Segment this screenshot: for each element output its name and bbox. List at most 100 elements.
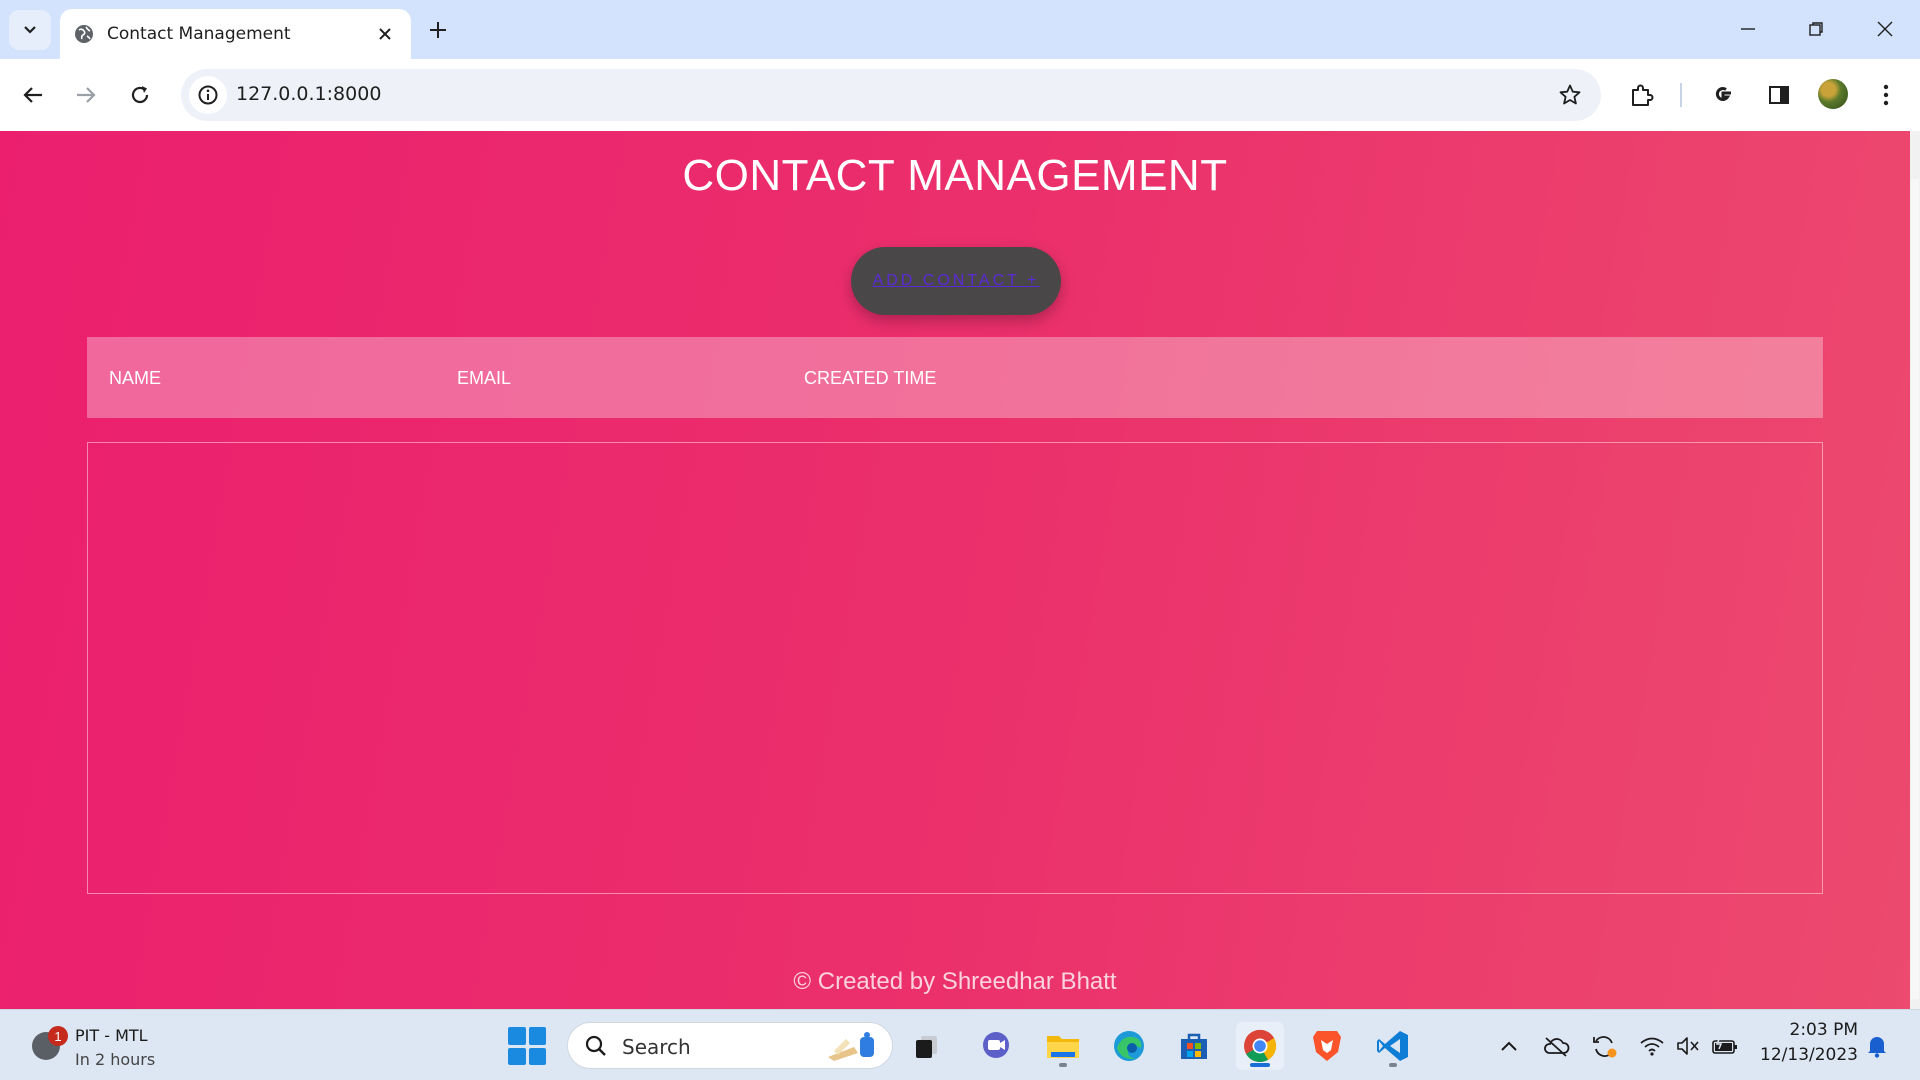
- taskbar-search[interactable]: Search: [567, 1022, 893, 1069]
- chevron-up-icon: [1501, 1041, 1517, 1051]
- browser-tab-bar: Contact Management: [0, 0, 1920, 59]
- new-tab-button[interactable]: [424, 16, 452, 44]
- battery-charging-icon: [1712, 1036, 1737, 1054]
- tab-search-button[interactable]: [9, 10, 51, 50]
- active-indicator: [1250, 1063, 1270, 1067]
- widget-title: PIT - MTL: [75, 1026, 148, 1045]
- teams-icon: [983, 1032, 1009, 1058]
- info-icon: [198, 85, 218, 105]
- tab-close-button[interactable]: [373, 22, 397, 46]
- tab-title: Contact Management: [107, 24, 291, 44]
- search-highlight-icon: [828, 1032, 874, 1061]
- url-text[interactable]: 127.0.0.1:8000: [236, 83, 381, 105]
- sync-button[interactable]: [1590, 1032, 1618, 1060]
- volume-muted-icon: [1677, 1037, 1699, 1055]
- clock-date[interactable]: 12/13/2023: [1760, 1045, 1858, 1065]
- arrow-right-icon: [77, 87, 96, 103]
- wifi-button[interactable]: [1638, 1032, 1666, 1060]
- task-view-icon: [916, 1036, 937, 1058]
- scrollbar-thumb[interactable]: [1911, 179, 1919, 999]
- google-button[interactable]: [1705, 77, 1741, 113]
- vscode-icon: [1377, 1031, 1408, 1061]
- back-button[interactable]: [15, 77, 51, 113]
- browser-menu-button[interactable]: [1868, 77, 1904, 113]
- microsoft-store-button[interactable]: [1170, 1022, 1218, 1070]
- page-scrollbar[interactable]: [1910, 131, 1920, 1009]
- arrow-left-icon: [23, 87, 42, 103]
- search-label: Search: [622, 1035, 691, 1059]
- close-icon: [1877, 21, 1893, 37]
- windows-logo-tile: [528, 1047, 546, 1065]
- restore-icon: [1809, 22, 1823, 36]
- plus-icon: [430, 22, 446, 38]
- column-header-name: NAME: [109, 368, 162, 388]
- puzzle-icon: [1632, 84, 1654, 106]
- toolbar-separator: [1680, 83, 1682, 107]
- google-icon: [1715, 87, 1731, 102]
- add-contact-button[interactable]: ADD CONTACT +: [851, 247, 1061, 315]
- store-icon: [1181, 1033, 1207, 1059]
- close-window-button[interactable]: [1870, 14, 1900, 44]
- side-panel-icon: [1769, 86, 1789, 104]
- folder-icon: [1047, 1036, 1079, 1058]
- teams-button[interactable]: [972, 1022, 1020, 1070]
- site-info-button[interactable]: [189, 76, 227, 114]
- profile-avatar[interactable]: [1818, 79, 1848, 109]
- windows-taskbar: 1 PIT - MTL In 2 hours Search 2:03 PM 12…: [0, 1009, 1920, 1080]
- browser-tab-active[interactable]: Contact Management: [60, 9, 411, 59]
- search-icon: [585, 1035, 606, 1056]
- address-bar[interactable]: 127.0.0.1:8000: [181, 69, 1601, 121]
- chevron-down-icon: [24, 26, 36, 34]
- running-indicator: [1389, 1063, 1397, 1067]
- browser-toolbar: 127.0.0.1:8000: [0, 59, 1920, 131]
- clock-time[interactable]: 2:03 PM: [1790, 1020, 1859, 1040]
- task-view-button[interactable]: [903, 1022, 951, 1070]
- battery-button[interactable]: [1711, 1032, 1739, 1060]
- chrome-icon: [1244, 1029, 1277, 1063]
- edge-button[interactable]: [1105, 1022, 1153, 1070]
- weather-widget[interactable]: 1 PIT - MTL In 2 hours: [28, 1024, 178, 1070]
- wifi-icon: [1640, 1037, 1664, 1056]
- show-hidden-icons-button[interactable]: [1495, 1032, 1523, 1060]
- widget-subtitle: In 2 hours: [75, 1050, 156, 1069]
- cloud-off-icon: [1544, 1037, 1570, 1057]
- column-header-created-time: CREATED TIME: [804, 368, 937, 388]
- column-header-email: EMAIL: [457, 368, 512, 388]
- globe-icon: [75, 25, 93, 43]
- page-title: CONTACT MANAGEMENT: [682, 151, 1228, 200]
- reload-icon: [131, 86, 149, 104]
- brave-button[interactable]: [1303, 1022, 1351, 1070]
- windows-logo-tile: [508, 1027, 526, 1045]
- notification-badge: 1: [48, 1026, 68, 1046]
- star-icon: [1559, 84, 1581, 105]
- running-indicator: [1059, 1063, 1067, 1067]
- sync-icon: [1593, 1036, 1617, 1058]
- edge-icon: [1114, 1031, 1144, 1061]
- side-panel-button[interactable]: [1761, 77, 1797, 113]
- file-explorer-button[interactable]: [1039, 1022, 1087, 1070]
- volume-button[interactable]: [1674, 1032, 1702, 1060]
- close-icon: [379, 28, 391, 40]
- contacts-table-body: [87, 442, 1823, 894]
- forward-button[interactable]: [68, 77, 104, 113]
- reload-button[interactable]: [122, 77, 158, 113]
- bell-icon: [1868, 1037, 1886, 1058]
- add-contact-link[interactable]: ADD CONTACT +: [873, 272, 1040, 290]
- vscode-button[interactable]: [1369, 1022, 1417, 1070]
- more-vertical-icon: [1883, 84, 1889, 106]
- chrome-button[interactable]: [1236, 1022, 1284, 1070]
- contacts-table-header: NAME EMAIL CREATED TIME: [87, 337, 1823, 418]
- brave-lion-icon: [1313, 1031, 1341, 1061]
- bookmark-button[interactable]: [1557, 82, 1583, 108]
- minimize-button[interactable]: [1733, 14, 1763, 44]
- start-button[interactable]: [508, 1027, 546, 1065]
- windows-logo-tile: [508, 1047, 526, 1065]
- onedrive-button[interactable]: [1542, 1032, 1570, 1060]
- windows-logo-tile: [528, 1027, 546, 1045]
- extensions-button[interactable]: [1624, 77, 1660, 113]
- restore-button[interactable]: [1801, 14, 1831, 44]
- page-viewport: CONTACT MANAGEMENT ADD CONTACT + NAME EM…: [0, 131, 1920, 1009]
- minimize-icon: [1741, 28, 1755, 30]
- notifications-button[interactable]: [1863, 1032, 1891, 1060]
- page-footer: © Created by Shreedhar Bhatt: [793, 968, 1117, 995]
